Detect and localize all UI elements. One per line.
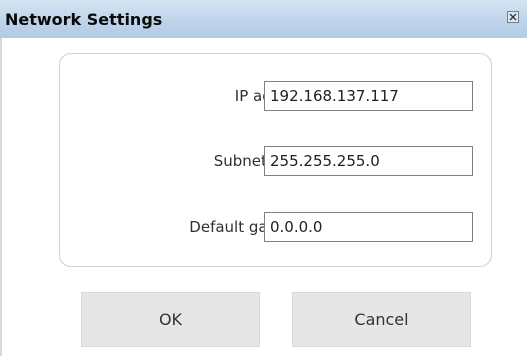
ip-address-input[interactable]: [264, 81, 473, 111]
cancel-button[interactable]: Cancel: [292, 292, 471, 347]
window-left-border: [0, 38, 2, 356]
network-settings-dialog: Network Settings IP address: Subnet mask…: [0, 0, 527, 356]
subnet-mask-row: Subnet mask:: [60, 146, 491, 176]
default-gateway-row: Default gateway:: [60, 212, 491, 242]
default-gateway-input[interactable]: [264, 212, 473, 242]
window-title: Network Settings: [5, 10, 163, 29]
ip-address-row: IP address:: [60, 81, 491, 111]
title-bar: Network Settings: [0, 0, 527, 38]
close-icon: [508, 12, 518, 22]
settings-group-panel: IP address: Subnet mask: Default gateway…: [59, 53, 492, 267]
ok-button[interactable]: OK: [81, 292, 260, 347]
subnet-mask-input[interactable]: [264, 146, 473, 176]
close-button[interactable]: [507, 11, 519, 23]
